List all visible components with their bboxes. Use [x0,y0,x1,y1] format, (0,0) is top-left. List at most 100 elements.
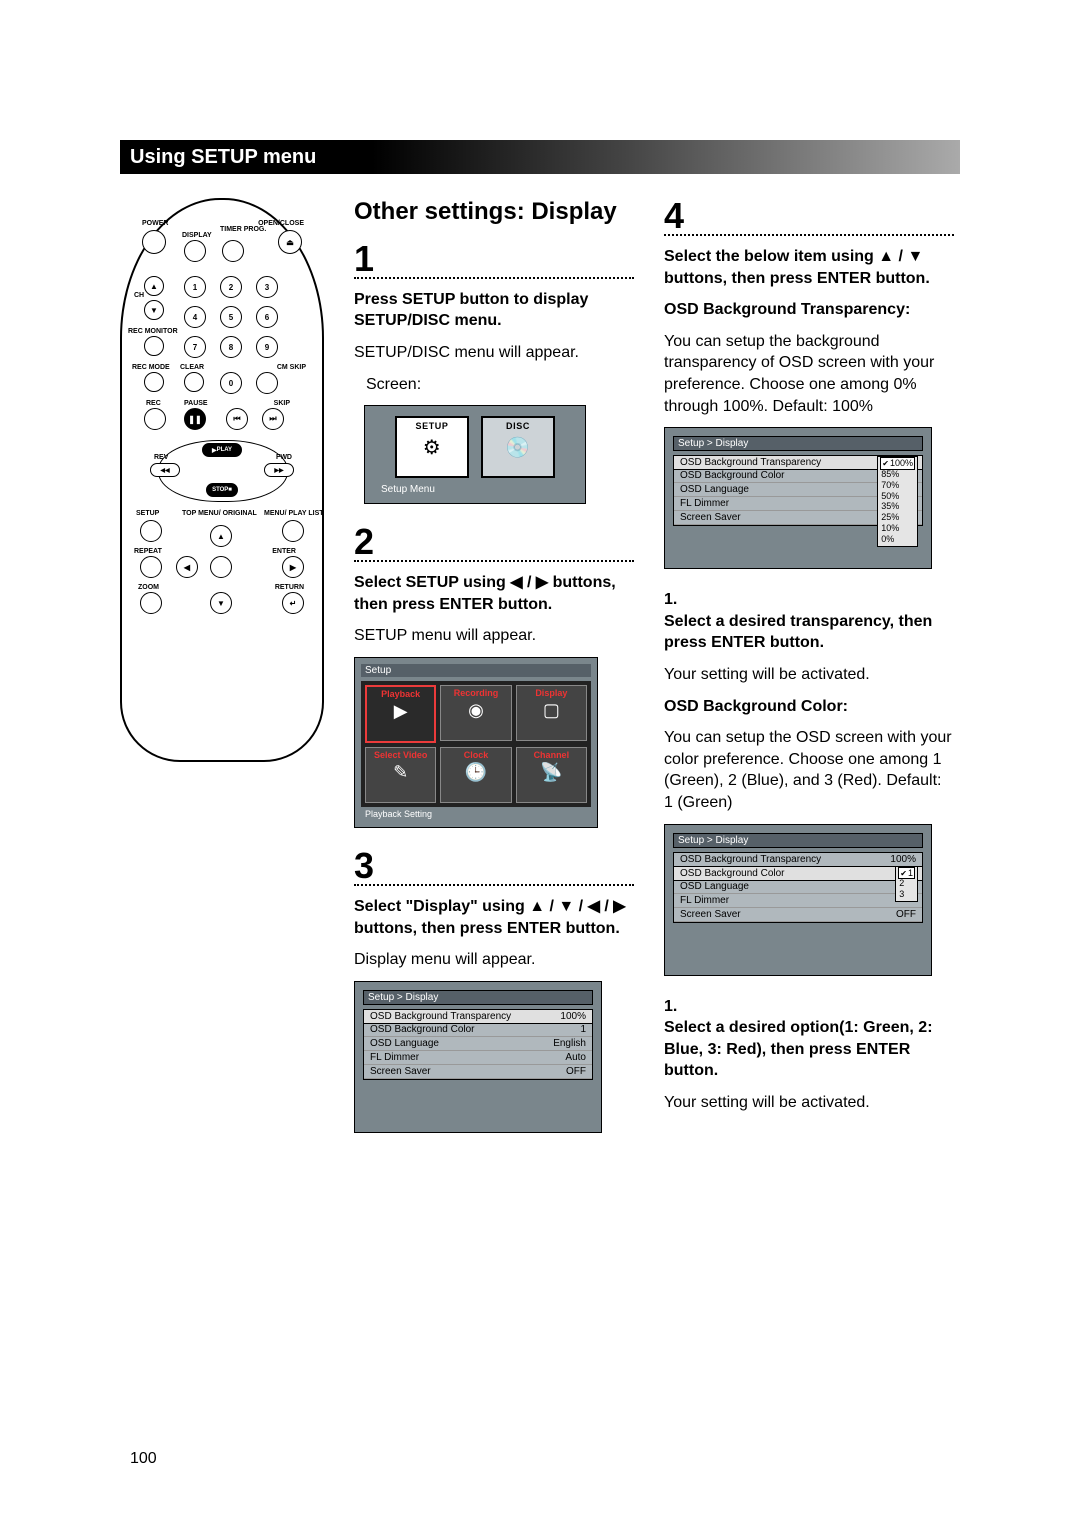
nav-left[interactable]: ◀ [176,556,198,578]
trans-text: You can setup the background transparenc… [664,331,954,417]
label-cmskip: CM SKIP [277,364,306,371]
num-9[interactable]: 9 [256,336,278,358]
step-1-text: SETUP/DISC menu will appear. [354,342,634,364]
label-power: POWER [142,220,168,227]
label-fwd: FWD [276,454,292,461]
label-pause: PAUSE [184,400,208,407]
osd-color: Setup > Display OSD Background Transpare… [664,824,932,976]
label-enter: ENTER [272,548,296,555]
num-0[interactable]: 0 [220,372,242,394]
rec-button[interactable] [144,408,166,430]
tile-disc: DISC 💿 [481,416,555,478]
crumb: Setup > Display [363,990,593,1005]
sub2-head: Select a desired option(1: Green, 2: Blu… [664,1017,954,1082]
num-7[interactable]: 7 [184,336,206,358]
label-menu: MENU/ PLAY LIST [264,510,308,517]
column-b: 4 Select the below item using ▲ / ▼ butt… [664,198,954,1153]
sub2-num: 1. [664,996,954,1018]
grid-recording: Recording◉ [440,685,511,741]
num-5[interactable]: 5 [220,306,242,328]
osd-transparency: Setup > Display OSD Background Transpare… [664,427,932,569]
step-1-number: 1 [354,241,634,277]
timer-button[interactable] [222,240,244,262]
nav-right[interactable]: ▶ [282,556,304,578]
label-rev: REV [154,454,168,461]
recmon-button[interactable] [144,336,164,356]
rev-button[interactable]: ◀◀ [150,463,180,477]
grid-selectvideo: Select Video✎ [365,747,436,803]
clear-button[interactable] [184,372,204,392]
trans-head: OSD Background Transparency: [664,299,954,321]
screen-label: Screen: [366,374,634,396]
num-1[interactable]: 1 [184,276,206,298]
page-number: 100 [130,1450,157,1468]
step-3-text: Display menu will appear. [354,949,634,971]
num-4[interactable]: 4 [184,306,206,328]
grid-footer: Playback Setting [361,807,591,821]
zoom-button[interactable] [140,592,162,614]
step-4-number: 4 [664,198,954,234]
step-2-number: 2 [354,524,634,560]
nav-down[interactable]: ▼ [210,592,232,614]
pause-button[interactable]: ❚❚ [184,408,206,430]
return-button[interactable]: ↵ [282,592,304,614]
num-2[interactable]: 2 [220,276,242,298]
cmskip-button[interactable] [256,372,278,394]
osd-display-menu: Setup > Display OSD Background Transpare… [354,981,602,1133]
dotline3 [354,884,634,886]
label-repeat: REPEAT [134,548,162,555]
sub2-text: Your setting will be activated. [664,1092,954,1114]
label-topmenu: TOP MENU/ ORIGINAL [182,510,232,517]
sub1-head: Select a desired transparency, then pres… [664,611,954,654]
ch-up[interactable]: ▲ [144,276,164,296]
color-text: You can setup the OSD screen with your c… [664,727,954,813]
grid-crumb: Setup [361,664,591,677]
label-skip: SKIP [274,400,290,407]
repeat-button[interactable] [140,556,162,578]
skip-prev[interactable]: ⏮ [226,408,248,430]
label-recmon: REC MONITOR [128,328,168,335]
color-popup: 1 2 3 [895,866,918,902]
label-ch: CH [134,292,144,299]
fwd-button[interactable]: ▶▶ [264,463,294,477]
label-timer: TIMER PROG. [220,226,250,233]
osd-setup-grid: Setup Playback▶ Recording◉ Display▢ Sele… [354,657,598,828]
sub1-num: 1. [664,589,954,611]
label-clear: CLEAR [180,364,204,371]
remote-column: POWER OPEN/CLOSE DISPLAY TIMER PROG. ⏏ C… [120,198,324,1153]
openclose-button[interactable]: ⏏ [278,230,302,254]
grid-clock: Clock🕒 [440,747,511,803]
nav-up[interactable]: ▲ [210,525,232,547]
label-display: DISPLAY [182,232,212,239]
play-button[interactable]: ▶ PLAY [202,443,242,457]
sub1-text: Your setting will be activated. [664,664,954,686]
power-button[interactable] [142,230,166,254]
step-4-head: Select the below item using ▲ / ▼ button… [664,246,954,289]
label-zoom: ZOOM [138,584,159,591]
display-button[interactable] [184,240,206,262]
recmode-button[interactable] [144,372,164,392]
crumb-t: Setup > Display [673,436,923,451]
header-title: Using SETUP menu [130,146,316,169]
tile-setup: SETUP ⚙ [395,416,469,478]
grid-display: Display▢ [516,685,587,741]
label-rec: REC [146,400,161,407]
column-a: Other settings: Display 1 Press SETUP bu… [354,198,634,1153]
grid-playback: Playback▶ [365,685,436,743]
tile-caption: Setup Menu [375,484,575,495]
num-3[interactable]: 3 [256,276,278,298]
label-setup: SETUP [136,510,159,517]
skip-next[interactable]: ⏭ [262,408,284,430]
num-8[interactable]: 8 [220,336,242,358]
ch-down[interactable]: ▼ [144,300,164,320]
menu-button[interactable] [282,520,304,542]
setup-button[interactable] [140,520,162,542]
stop-button[interactable]: STOP ■ [206,483,238,497]
enter-button[interactable] [210,556,232,578]
section-title: Other settings: Display [354,198,634,227]
num-6[interactable]: 6 [256,306,278,328]
step-2-text: SETUP menu will appear. [354,625,634,647]
dotline2 [354,560,634,562]
color-head: OSD Background Color: [664,696,954,718]
osd-setup-disc: SETUP ⚙ DISC 💿 Setup Menu [364,405,586,504]
